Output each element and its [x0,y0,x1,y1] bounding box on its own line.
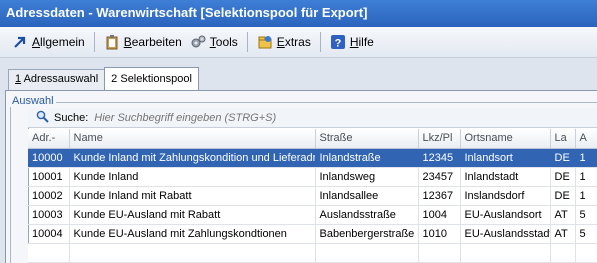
help-icon: ? [330,34,346,50]
tab-label: Adressauswahl [21,73,99,85]
cell-lkz-pl: 1004 [418,205,461,225]
empty-row [28,243,597,263]
menu-hilfe[interactable]: ? Hilfe [326,31,378,53]
cell-land: DE [550,186,576,206]
cell-ortsname: EU-Auslandsstadt [460,224,551,244]
column-header-land[interactable]: La [550,129,576,149]
cell-adr: 10004 [28,224,70,244]
menu-hilfe-label: Hilfe [349,35,374,49]
cell-strasse: Inlandsweg [315,167,419,187]
cell-adr: 10002 [28,186,70,206]
cell-lkz-pl: 12367 [418,186,461,206]
cell-ortsname: Inslandsdorf [460,186,551,206]
column-header-strasse[interactable]: Straße [315,129,419,149]
search-label: Suche: [54,111,89,124]
column-header-ortsname[interactable]: Ortsname [460,129,551,149]
gears-icon [190,34,206,50]
arrow-icon [12,34,28,50]
search-icon [36,110,49,126]
menu-allgemein[interactable]: Allgemein [8,31,89,53]
cell-a: 1 [575,167,597,187]
cell-land: DE [550,167,576,187]
cell-a: 1 [575,186,597,206]
svg-text:?: ? [334,38,341,50]
cell-lkz-pl: 23457 [418,167,461,187]
cell-ortsname: Inlandstadt [460,167,551,187]
cell-adr: 10003 [28,205,70,225]
table-row[interactable]: 10004 Kunde EU-Ausland mit Zahlungskondt… [28,224,597,244]
tab-strip: 1 Adressauswahl 2 Selektionspool [8,67,199,90]
cell-name: Kunde Inland mit Zahlungskondition und L… [69,148,316,168]
cell-name: Kunde Inland [69,167,316,187]
cell-strasse: Inlandsallee [315,186,419,206]
table-row[interactable]: 10002 Kunde Inland mit Rabatt Inlandsall… [28,186,597,206]
cell-land: AT [550,205,576,225]
cell-adr: 10001 [28,167,70,187]
menu-separator [246,32,248,52]
window-title: Adressdaten - Warenwirtschaft [Selektion… [0,0,597,27]
menu-tools[interactable]: Tools [186,31,242,53]
cell-a: 1 [575,148,597,168]
menu-separator [319,32,321,52]
tab-adressauswahl[interactable]: 1 Adressauswahl [8,69,106,90]
column-header-a[interactable]: A [575,129,597,149]
cell-ortsname: Inlandsort [460,148,551,168]
cell-adr: 10000 [28,148,70,168]
cell-strasse: Babenbergerstraße [315,224,419,244]
menu-allgemein-label: Allgemein [32,35,85,49]
cell-lkz-pl: 12345 [418,148,461,168]
cell-land: AT [550,224,576,244]
column-header-name[interactable]: Name [69,129,316,149]
menu-tools-label: Tools [209,35,238,49]
cell-name: Kunde Inland mit Rabatt [69,186,316,206]
search-input[interactable] [94,111,515,124]
table-row[interactable]: 10000 Kunde Inland mit Zahlungskondition… [28,148,597,168]
menu-separator [93,32,95,52]
cell-name: Kunde EU-Ausland mit Rabatt [69,205,316,225]
address-table: Adr.- Name Straße Lkz/Pl Ortsname La A 1… [28,129,597,263]
cell-ortsname: EU-Auslandsort [460,205,551,225]
table-row[interactable]: 10001 Kunde Inland Inlandsweg 23457 Inla… [28,167,597,187]
column-header-adr[interactable]: Adr.- [28,129,70,149]
group-label: Auswahl [10,95,56,107]
table-header-row: Adr.- Name Straße Lkz/Pl Ortsname La A [28,129,597,149]
tab-label: Selektionspool [117,73,192,85]
table-row[interactable]: 10003 Kunde EU-Ausland mit Rabatt Auslan… [28,205,597,225]
tab-selektionspool[interactable]: 2 Selektionspool [104,67,199,90]
menu-extras-label: Extras [276,35,311,49]
cell-name: Kunde EU-Ausland mit Zahlungskondtionen [69,224,316,244]
extras-icon [257,34,273,50]
cell-a: 5 [575,224,597,244]
column-header-lkz-pl[interactable]: Lkz/Pl [418,129,461,149]
menu-extras[interactable]: Extras [253,31,315,53]
menu-bearbeiten[interactable]: Bearbeiten [100,31,186,53]
cell-land: DE [550,148,576,168]
cell-strasse: Auslandsstraße [315,205,419,225]
clipboard-icon [104,34,120,50]
cell-lkz-pl: 1010 [418,224,461,244]
menu-bearbeiten-label: Bearbeiten [123,35,182,49]
menubar: Allgemein Bearbeiten Tools Extras ? Hilf… [0,27,597,58]
cell-strasse: Inlandstraße [315,148,419,168]
cell-a: 5 [575,205,597,225]
search-bar: Suche: [28,108,597,128]
